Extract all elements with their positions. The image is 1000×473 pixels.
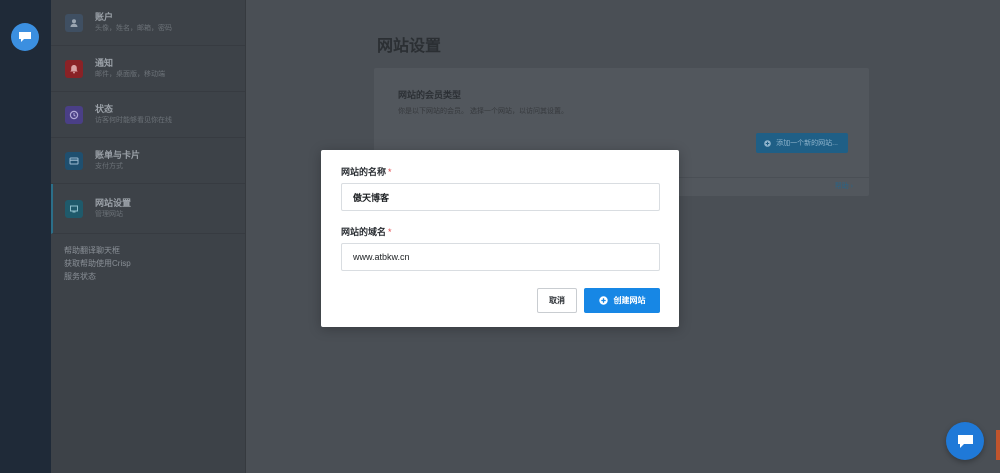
bell-icon	[65, 59, 83, 78]
create-website-modal: 网站的名称* 网站的域名* 取消 创建网站	[321, 150, 679, 327]
create-website-button[interactable]: 创建网站	[584, 288, 660, 313]
card-icon	[65, 151, 83, 170]
sidebar-item-websites[interactable]: 网站设置 管理网站	[51, 184, 245, 234]
sidebar-item-billing[interactable]: 账单与卡片 支付方式	[51, 138, 245, 184]
website-name-label-text: 网站的名称	[341, 167, 387, 177]
scrollbar-edge	[996, 430, 1000, 460]
sidebar-item-status[interactable]: 状态 访客何时能够看见你在线	[51, 92, 245, 138]
chat-bubble-icon	[957, 434, 973, 448]
settings-sidebar: 账户 头像，姓名，邮箱，密码 通知 邮件，桌面版，移动端 状态 访客何时能够看见…	[51, 0, 246, 473]
website-domain-input[interactable]	[341, 243, 660, 271]
sidebar-item-notifications[interactable]: 通知 邮件，桌面版，移动端	[51, 46, 245, 92]
sidebar-item-title: 状态	[95, 104, 114, 114]
website-name-label: 网站的名称 *	[341, 165, 392, 178]
sidebar-item-title: 账单与卡片	[95, 150, 141, 160]
create-website-label: 创建网站	[613, 296, 646, 305]
sidebar-item-title: 账户	[95, 12, 114, 22]
service-status-link[interactable]: 服务状态	[64, 270, 245, 283]
translate-chatbox-link[interactable]: 帮助翻译聊天框	[64, 244, 245, 257]
card-description: 你是以下网站的会员。 选择一个网站，以访问其设置。	[398, 108, 568, 115]
sidebar-item-subtitle: 邮件，桌面版，移动端	[95, 71, 165, 78]
sidebar-item-title: 网站设置	[95, 198, 132, 208]
website-name-input[interactable]	[341, 183, 660, 211]
sidebar-item-title: 通知	[95, 58, 114, 68]
sidebar-item-subtitle: 头像，姓名，邮箱，密码	[95, 25, 172, 32]
plus-circle-icon	[598, 296, 608, 305]
sidebar-item-account[interactable]: 账户 头像，姓名，邮箱，密码	[51, 0, 245, 46]
sidebar-links: 帮助翻译聊天框 获取帮助使用Crisp 服务状态	[51, 234, 245, 283]
page-title: 网站设置	[377, 38, 442, 55]
add-website-label: 添加一个新的网站...	[776, 140, 838, 147]
required-mark: *	[388, 227, 392, 237]
website-domain-label: 网站的域名 *	[341, 225, 392, 238]
chat-widget-button[interactable]	[946, 422, 984, 460]
help-link[interactable]: 帮助 ›	[835, 181, 853, 191]
cancel-button[interactable]: 取消	[537, 288, 577, 313]
app-rail	[0, 0, 51, 473]
crisp-logo-icon[interactable]	[11, 23, 39, 51]
add-website-button[interactable]: 添加一个新的网站...	[756, 133, 848, 153]
website-domain-label-text: 网站的域名	[341, 227, 387, 237]
get-help-link[interactable]: 获取帮助使用Crisp	[64, 257, 245, 270]
user-icon	[65, 13, 83, 32]
sidebar-item-subtitle: 支付方式	[95, 163, 123, 170]
card-title: 网站的会员类型	[398, 90, 462, 100]
sidebar-item-subtitle: 管理网站	[95, 211, 123, 218]
required-mark: *	[388, 167, 392, 177]
clock-icon	[65, 105, 83, 124]
sidebar-item-subtitle: 访客何时能够看见你在线	[95, 117, 172, 124]
plus-circle-icon	[764, 139, 771, 147]
monitor-icon	[65, 199, 83, 218]
